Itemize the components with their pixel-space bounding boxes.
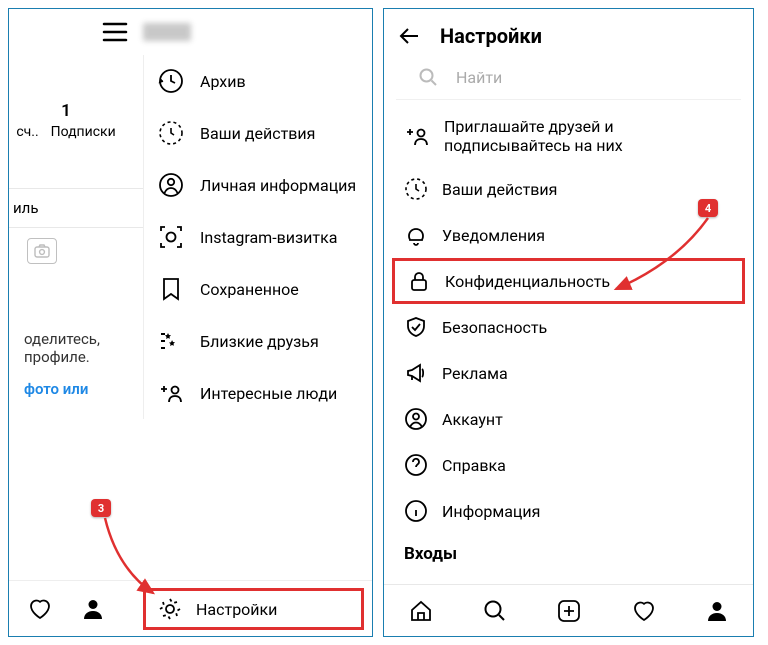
activity-icon (404, 177, 428, 201)
archive-icon (158, 68, 184, 94)
settings-header: Настройки (384, 9, 753, 63)
menu-archive-label: Архив (200, 72, 246, 91)
stat-number: 1 (16, 101, 115, 121)
tabbar (384, 584, 753, 636)
setting-invite[interactable]: Приглашайте друзей и подписывайтесь на н… (384, 106, 753, 166)
search-icon (418, 67, 438, 87)
setting-notifications-label: Уведомления (442, 226, 545, 245)
shield-icon (404, 315, 428, 339)
invite-friends-icon (404, 123, 430, 149)
megaphone-icon (404, 361, 428, 385)
stat-label-cut: сч.. (16, 124, 38, 140)
settings-title: Настройки (440, 24, 542, 48)
account-icon (404, 407, 428, 431)
username-blurred (143, 23, 191, 41)
profile-tab-label: иль (13, 199, 38, 217)
profile-left-column: 1 сч.. Подписки иль оделитесь, профиле. … (9, 55, 143, 398)
back-arrow-icon[interactable] (398, 24, 422, 48)
setting-help-label: Справка (442, 456, 506, 475)
menu-activity-label: Ваши действия (200, 124, 315, 143)
nametag-icon (158, 224, 184, 250)
menu-close-friends-label: Близкие друзья (200, 332, 319, 351)
subscriptions-stat[interactable]: 1 сч.. Подписки (16, 101, 115, 140)
share-line1: оделитесь, (24, 330, 134, 348)
settings-label: Настройки (196, 600, 277, 619)
profile-icon[interactable] (81, 597, 105, 621)
menu-discover-label: Интересные люди (200, 384, 337, 403)
help-icon (404, 453, 428, 477)
activity-icon (158, 120, 184, 146)
setting-ads-label: Реклама (442, 364, 508, 383)
side-menu: Архив Ваши действия Личная информация In… (143, 55, 372, 419)
menu-saved-label: Сохраненное (200, 280, 299, 299)
add-person-icon (158, 380, 184, 406)
profile-tab-icon[interactable] (705, 599, 729, 623)
setting-security-label: Безопасность (442, 318, 547, 337)
share-prompt: оделитесь, профиле. фото или (24, 330, 134, 398)
setting-notifications[interactable]: Уведомления (384, 212, 753, 258)
gear-icon (158, 597, 182, 621)
logins-section-title: Входы (384, 534, 753, 564)
setting-privacy-label: Конфиденциальность (445, 272, 610, 291)
menu-personal-info-label: Личная информация (200, 176, 356, 195)
settings-button[interactable]: Настройки (143, 588, 364, 630)
close-friends-icon (158, 328, 184, 354)
setting-account[interactable]: Аккаунт (384, 396, 753, 442)
step-badge-4: 4 (698, 199, 718, 217)
settings-list: Приглашайте друзей и подписывайтесь на н… (384, 100, 753, 564)
add-post-icon[interactable] (556, 598, 582, 624)
setting-account-label: Аккаунт (442, 410, 503, 429)
menu-saved[interactable]: Сохраненное (144, 263, 372, 315)
bell-icon (404, 223, 428, 247)
settings-screen: Настройки Найти Приглашайте друзей и под… (383, 8, 754, 637)
setting-help[interactable]: Справка (384, 442, 753, 488)
share-line2: профиле. (24, 348, 134, 366)
share-link[interactable]: фото или (24, 380, 134, 398)
setting-about-label: Информация (442, 502, 540, 521)
home-icon[interactable] (408, 598, 434, 624)
profile-menu-screen: 1 сч.. Подписки иль оделитесь, профиле. … (8, 8, 373, 637)
setting-about[interactable]: Информация (384, 488, 753, 534)
setting-invite-line1: Приглашайте друзей и (444, 117, 623, 136)
stat-label: Подписки (51, 124, 116, 140)
lock-icon (407, 269, 431, 293)
menu-close-friends[interactable]: Близкие друзья (144, 315, 372, 367)
heart-icon[interactable] (27, 597, 53, 621)
setting-invite-line2: подписывайтесь на них (444, 136, 623, 155)
heart-tab-icon[interactable] (631, 599, 657, 623)
menu-discover-people[interactable]: Интересные люди (144, 367, 372, 419)
menu-archive[interactable]: Архив (144, 55, 372, 107)
camera-placeholder-icon[interactable] (27, 238, 57, 264)
bookmark-icon (158, 276, 184, 302)
info-icon (404, 499, 428, 523)
search-placeholder: Найти (456, 68, 502, 87)
hamburger-icon[interactable] (101, 21, 129, 43)
menu-nametag-label: Instagram-визитка (200, 228, 337, 247)
person-circle-icon (158, 172, 184, 198)
search-tab-icon[interactable] (482, 598, 508, 624)
setting-privacy[interactable]: Конфиденциальность (392, 258, 745, 304)
menu-activity[interactable]: Ваши действия (144, 107, 372, 159)
setting-activity-label: Ваши действия (442, 180, 557, 199)
menu-nametag[interactable]: Instagram-визитка (144, 211, 372, 263)
profile-tab[interactable]: иль (9, 188, 143, 228)
topbar (9, 9, 372, 55)
step-badge-3: 3 (91, 499, 111, 517)
search-input[interactable]: Найти (396, 63, 741, 100)
setting-ads[interactable]: Реклама (384, 350, 753, 396)
menu-personal-info[interactable]: Личная информация (144, 159, 372, 211)
setting-security[interactable]: Безопасность (384, 304, 753, 350)
